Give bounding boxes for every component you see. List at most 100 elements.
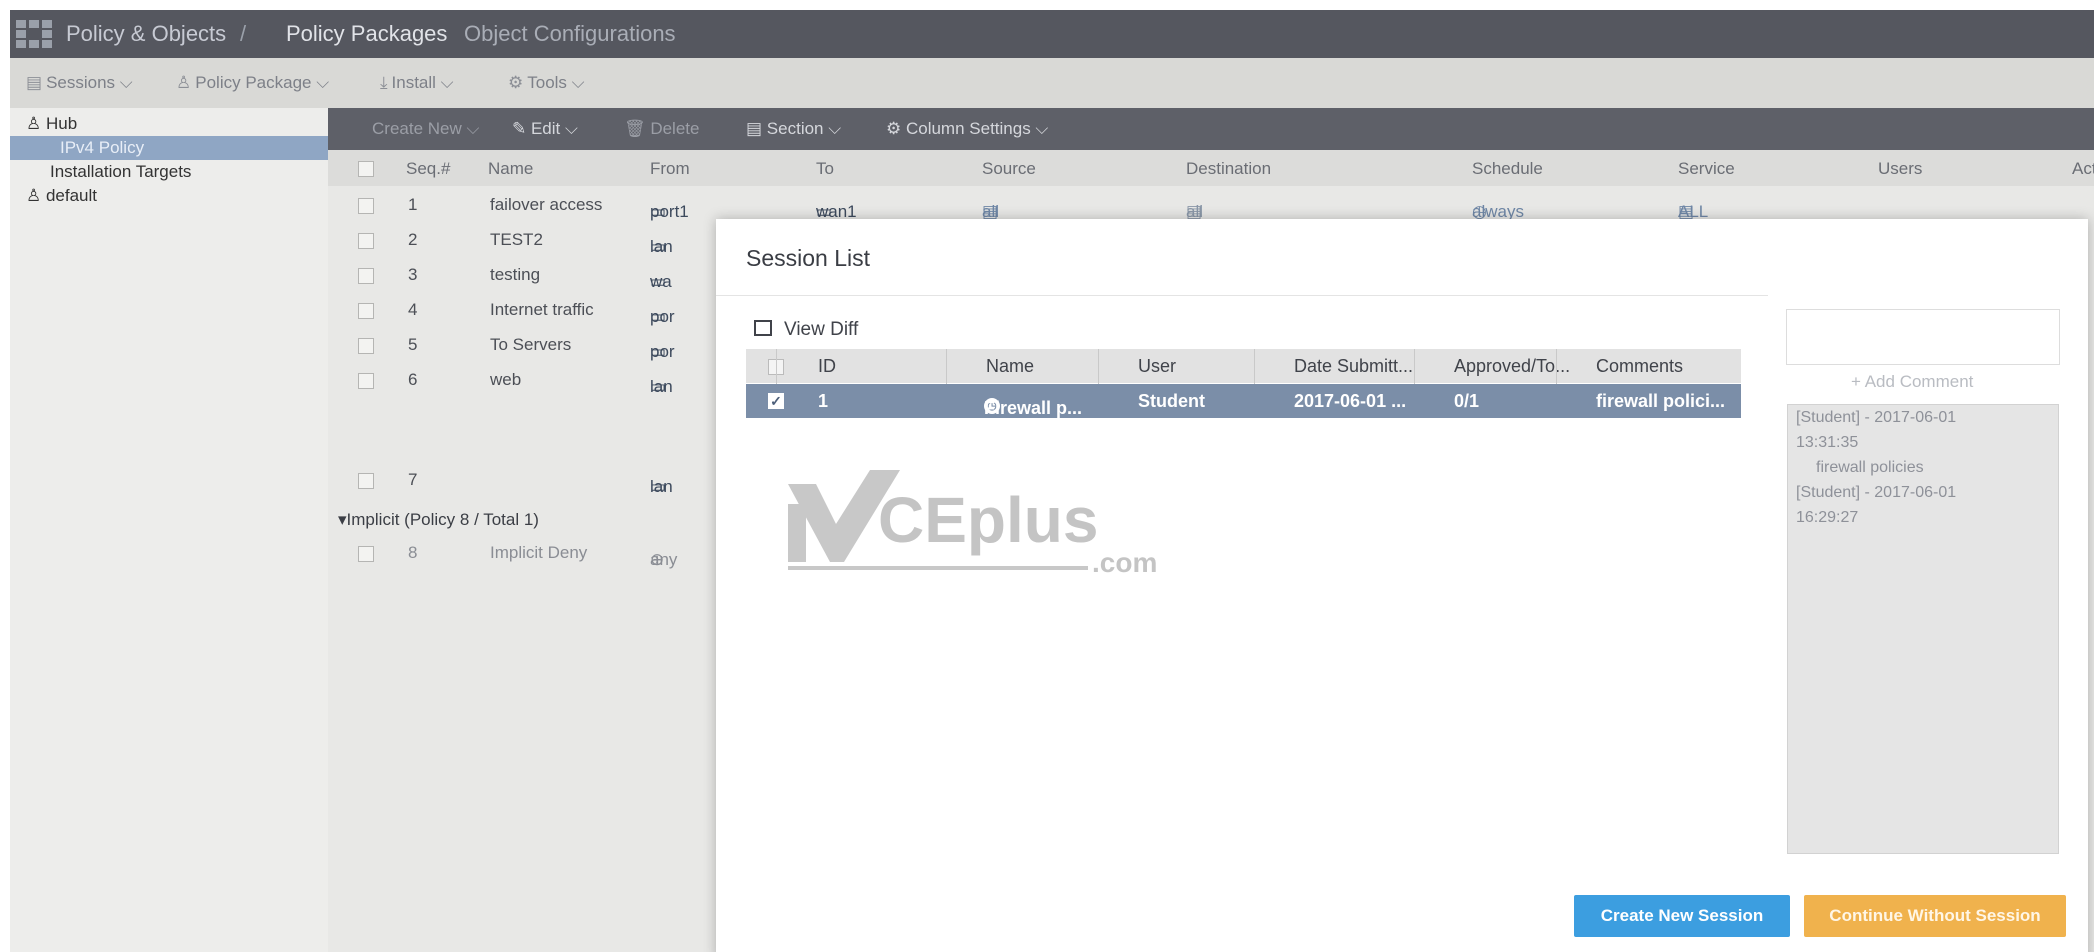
install-label: Install bbox=[391, 73, 436, 92]
install-menu[interactable]: ⤓ Install ⌵ bbox=[380, 73, 454, 93]
row-checkbox[interactable] bbox=[358, 268, 374, 284]
tools-menu[interactable]: ⚙ Tools ⌵ bbox=[508, 73, 585, 93]
delete-button[interactable]: 🗑 Delete bbox=[624, 119, 699, 139]
column-comments[interactable]: Comments bbox=[1596, 356, 1683, 377]
column-date-submitted[interactable]: Date Submitt... bbox=[1294, 356, 1413, 377]
tree-item-hub[interactable]: ♙ Hub bbox=[10, 112, 344, 136]
create-new-label: Create New bbox=[372, 119, 462, 138]
section-label: Section bbox=[766, 119, 824, 138]
sessions-label: Sessions bbox=[46, 73, 116, 92]
comment-line: 16:29:27 bbox=[1796, 509, 1859, 526]
column-source[interactable]: Source bbox=[982, 159, 1036, 179]
create-new-button[interactable]: Create New ⌵ bbox=[372, 119, 479, 139]
watermark-text: CEplus bbox=[878, 484, 1098, 556]
column-user[interactable]: User bbox=[1138, 356, 1176, 377]
column-users[interactable]: Users bbox=[1878, 159, 1922, 179]
column-service[interactable]: Service bbox=[1678, 159, 1735, 179]
session-row-checkbox[interactable]: ✓ bbox=[768, 393, 784, 409]
row-from-value: lan bbox=[650, 237, 673, 256]
policy-table-header: Seq.# Name From To Source Destination Sc… bbox=[328, 150, 2094, 186]
add-comment-button[interactable]: + Add Comment bbox=[1851, 372, 1973, 392]
install-icon: ⤓ bbox=[380, 73, 388, 92]
collapse-triangle-icon: ▾ bbox=[338, 510, 347, 529]
breadcrumb-policy-packages[interactable]: Policy Packages bbox=[286, 21, 447, 47]
row-name: Internet traffic bbox=[490, 300, 594, 319]
comment-input[interactable] bbox=[1786, 309, 2060, 365]
row-name: testing bbox=[490, 265, 541, 284]
breadcrumb-separator: / bbox=[240, 21, 247, 46]
session-user: Student bbox=[1138, 391, 1205, 411]
tree-item-installation-targets-label: Installation Targets bbox=[50, 162, 192, 181]
row-seq: 4 bbox=[408, 300, 418, 319]
implicit-section-header[interactable]: ▾Implicit (Policy 8 / Total 1) bbox=[338, 510, 539, 530]
row-checkbox[interactable] bbox=[358, 338, 374, 354]
column-settings-button[interactable]: ⚙ Column Settings ⌵ bbox=[886, 119, 1048, 139]
tree-item-hub-label: Hub bbox=[45, 114, 78, 133]
comment-line: 13:31:35 bbox=[1796, 434, 1859, 451]
device-icon: ♙ bbox=[26, 186, 46, 205]
session-approved: 0/1 bbox=[1454, 391, 1480, 411]
column-name[interactable]: Name bbox=[986, 356, 1034, 377]
tree-item-installation-targets[interactable]: Installation Targets bbox=[10, 160, 328, 184]
create-new-session-button[interactable]: Create New Session bbox=[1574, 895, 1790, 937]
row-name: web bbox=[490, 370, 522, 389]
watermark-logo: CEplus .com bbox=[788, 470, 1157, 578]
row-checkbox[interactable] bbox=[358, 473, 374, 489]
section-icon: ▤ bbox=[746, 119, 767, 138]
implicit-section-label: Implicit (Policy 8 / Total 1) bbox=[346, 510, 539, 529]
breadcrumb-policy-objects[interactable]: Policy & Objects bbox=[66, 21, 226, 47]
column-id[interactable]: ID bbox=[818, 356, 836, 377]
session-comments: firewall polici... bbox=[1596, 391, 1726, 411]
row-checkbox[interactable] bbox=[358, 373, 374, 389]
policy-package-menu[interactable]: ♙ Policy Package ⌵ bbox=[176, 73, 329, 93]
column-to[interactable]: To bbox=[816, 159, 834, 179]
table-row[interactable]: 1 failover access ▭ port1 ▭ wan1 ▤ all ▤ all… bbox=[328, 188, 2094, 223]
comment-history: [Student] - 2017-06-01 13:31:35 firewall… bbox=[1787, 404, 2059, 854]
tree-item-default[interactable]: ♙ default bbox=[10, 184, 344, 208]
column-destination[interactable]: Destination bbox=[1186, 159, 1271, 179]
gear-icon: ⚙ bbox=[508, 73, 524, 92]
sessions-menu[interactable]: ▤ Sessions ⌵ bbox=[26, 73, 133, 93]
column-seq[interactable]: Seq.# bbox=[406, 159, 450, 179]
session-row[interactable]: ✓ 1 ◷ Firewall p... Student 2017-06-01 ..… bbox=[746, 384, 1741, 418]
row-seq: 6 bbox=[408, 370, 418, 389]
comment-line: firewall policies bbox=[1816, 459, 1924, 476]
view-diff-button[interactable]: View Diff bbox=[754, 319, 858, 341]
row-from-value: any bbox=[650, 550, 678, 569]
row-checkbox[interactable] bbox=[358, 303, 374, 319]
row-from-value: wa bbox=[650, 272, 672, 291]
policy-toolbar: Create New ⌵ ✎ Edit ⌵ 🗑 Delete ▤ Section… bbox=[328, 108, 2094, 150]
main-toolbar: ▤ Sessions ⌵ ♙ Policy Package ⌵ ⤓ Install ⌵… bbox=[10, 58, 2094, 108]
comment-line: [Student] - 2017-06-01 bbox=[1796, 484, 1957, 501]
device-icon: ♙ bbox=[26, 114, 46, 133]
column-approved[interactable]: Approved/To... bbox=[1454, 356, 1570, 377]
row-name: Implicit Deny bbox=[490, 543, 588, 562]
edit-icon: ✎ bbox=[512, 119, 531, 138]
section-button[interactable]: ▤ Section ⌵ bbox=[746, 119, 841, 139]
comment-line: [Student] - 2017-06-01 bbox=[1796, 409, 1957, 426]
dialog-title: Session List bbox=[746, 245, 871, 271]
row-name: failover access bbox=[490, 195, 603, 214]
row-seq: 2 bbox=[408, 230, 418, 249]
select-all-checkbox[interactable] bbox=[358, 161, 374, 177]
breadcrumb-object-configurations[interactable]: Object Configurations bbox=[464, 21, 676, 47]
columns-icon: ⚙ bbox=[886, 119, 906, 138]
plus-icon: + bbox=[1851, 372, 1865, 391]
row-checkbox[interactable] bbox=[358, 198, 374, 214]
edit-label: Edit bbox=[530, 119, 561, 138]
tree-item-ipv4-policy[interactable]: IPv4 Policy bbox=[10, 136, 328, 160]
continue-without-session-button[interactable]: Continue Without Session bbox=[1804, 895, 2066, 937]
row-checkbox[interactable] bbox=[358, 546, 374, 562]
edit-button[interactable]: ✎ Edit ⌵ bbox=[512, 119, 578, 139]
column-name[interactable]: Name bbox=[488, 159, 533, 179]
column-from[interactable]: From bbox=[650, 159, 690, 179]
row-checkbox[interactable] bbox=[358, 233, 374, 249]
policy-tree-sidebar: ♙ Hub IPv4 Policy Installation Targets ♙… bbox=[10, 108, 329, 952]
row-name: To Servers bbox=[490, 335, 572, 354]
row-seq: 5 bbox=[408, 335, 418, 354]
column-action[interactable]: Act bbox=[2072, 159, 2094, 179]
row-name: TEST2 bbox=[490, 230, 543, 249]
column-schedule[interactable]: Schedule bbox=[1472, 159, 1543, 179]
title-divider bbox=[716, 295, 1768, 296]
session-list-dialog: Session List View Diff ID Name User Date… bbox=[716, 219, 2088, 952]
